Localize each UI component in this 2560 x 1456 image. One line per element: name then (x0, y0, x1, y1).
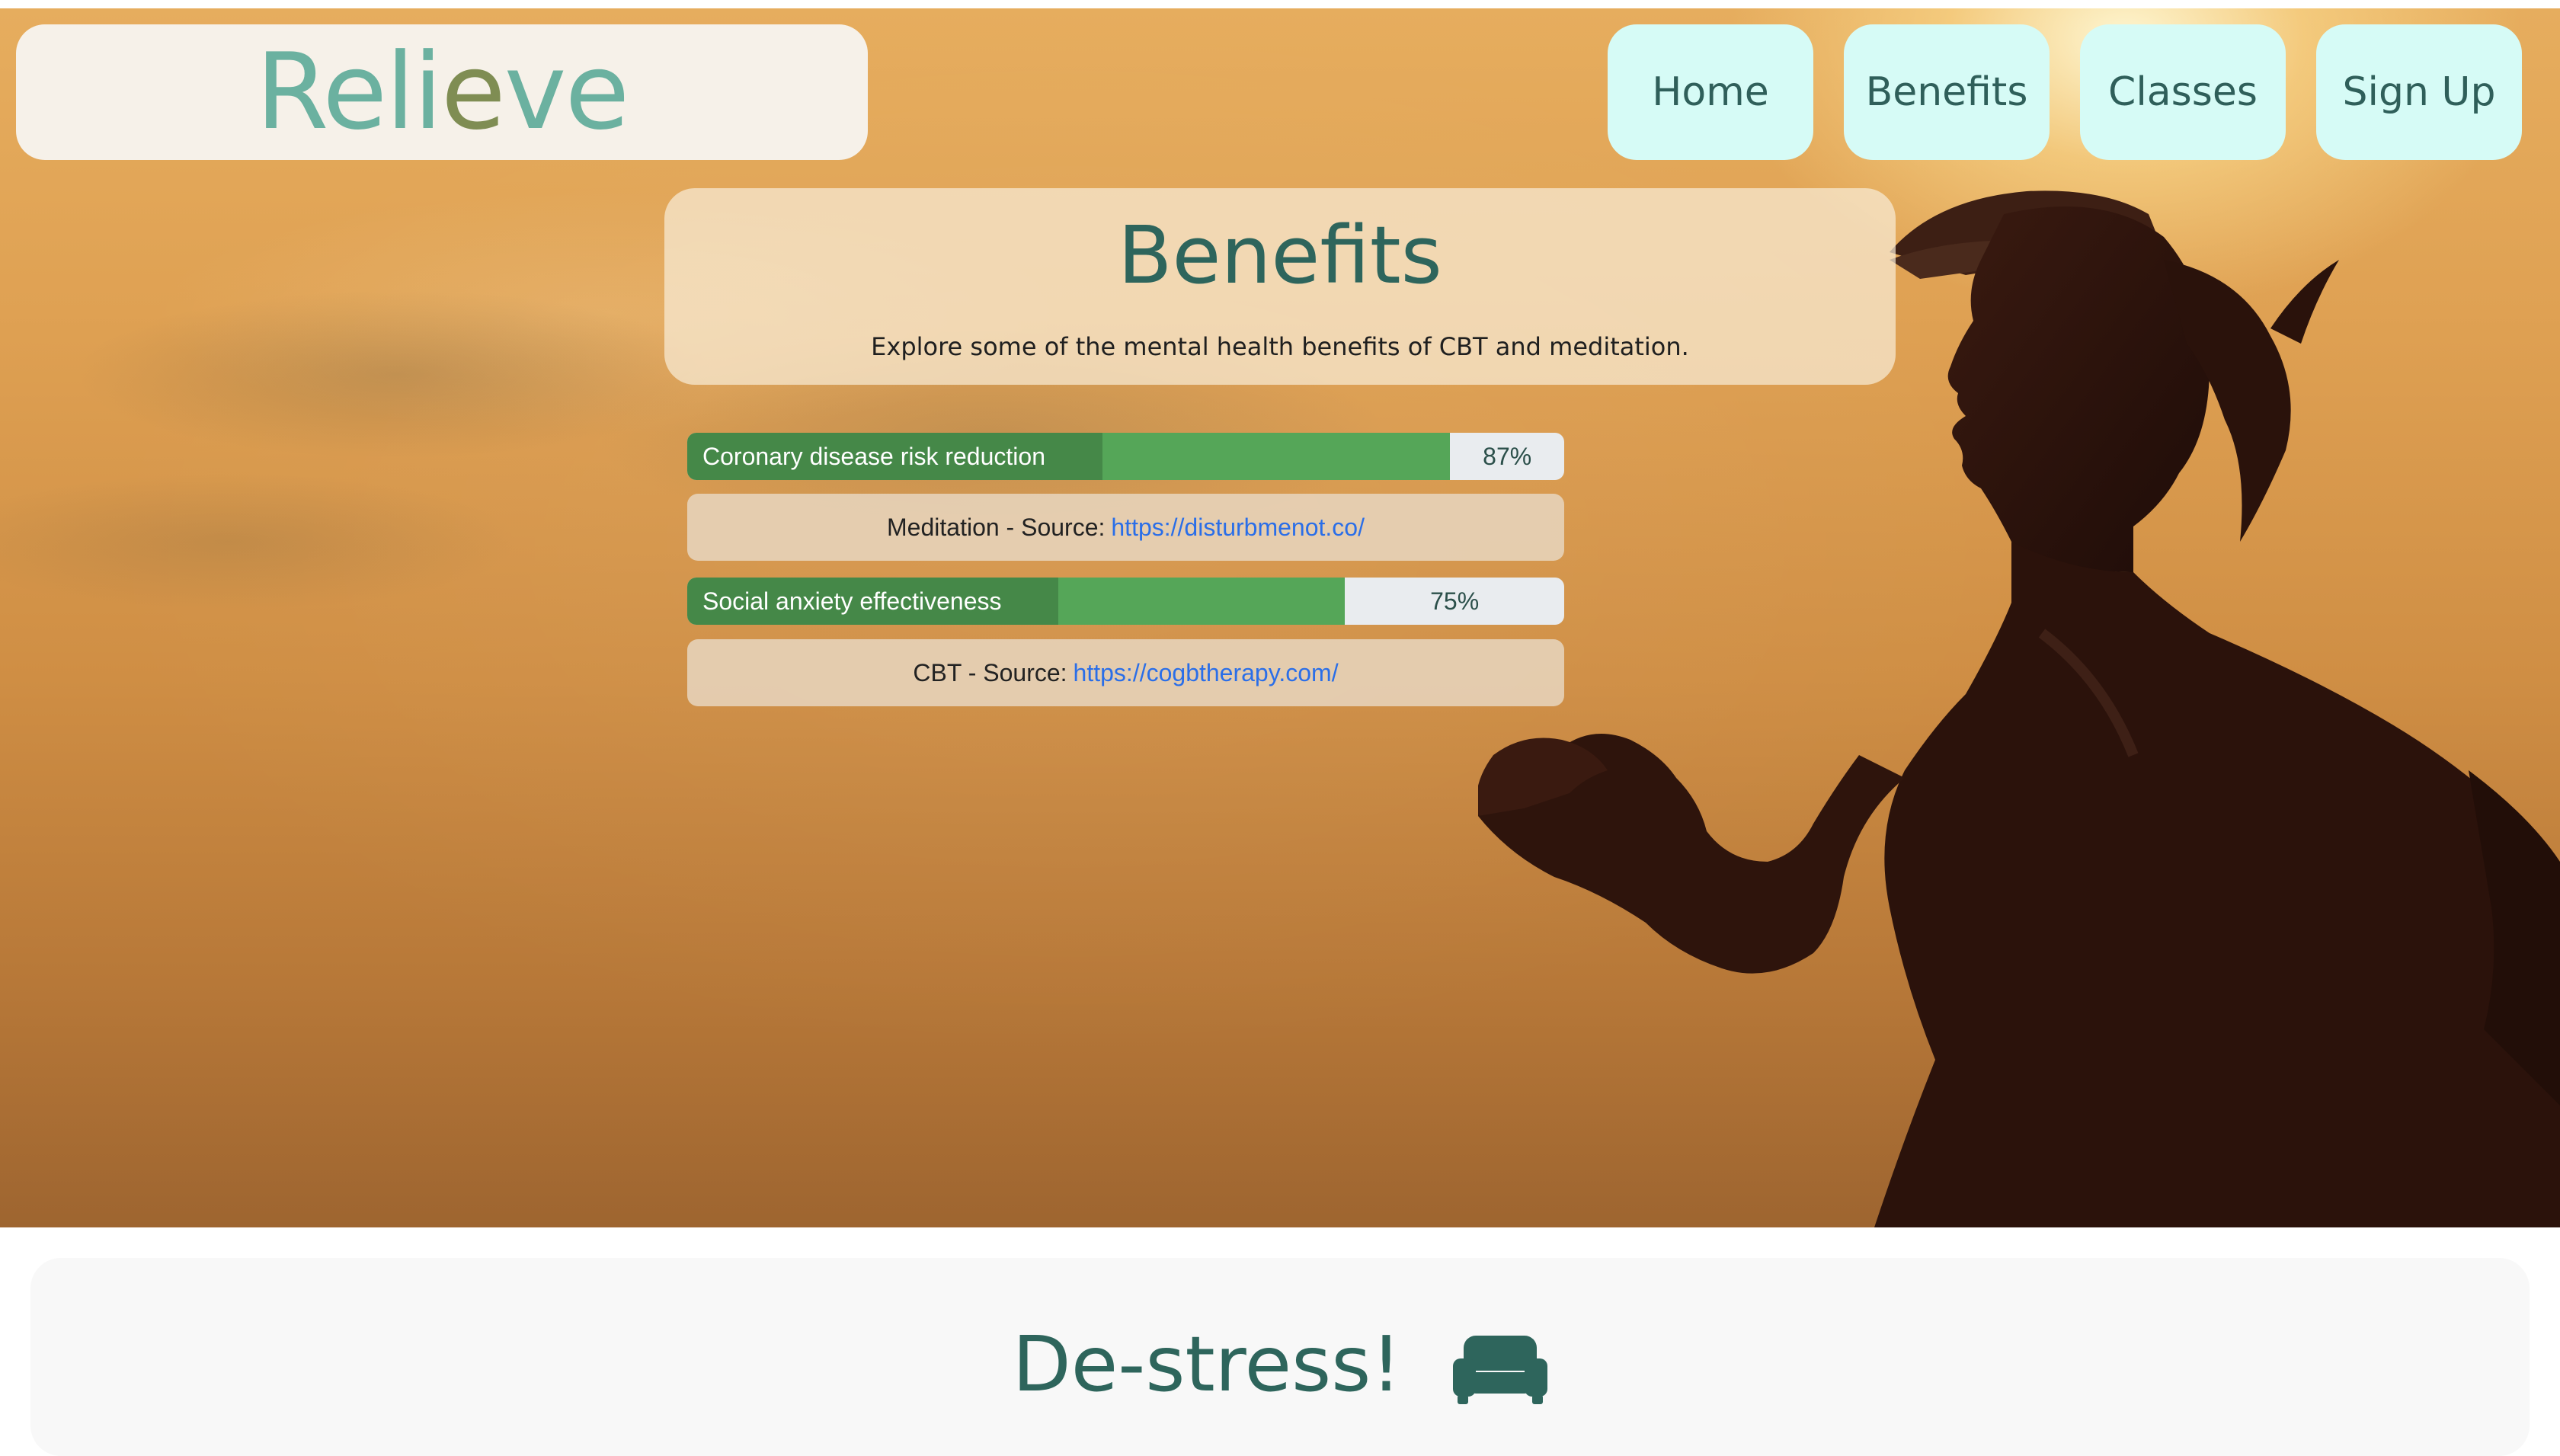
logo-wordmark[interactable]: Relieve (256, 40, 630, 145)
destress-section: De-stress! (30, 1258, 2530, 1456)
destress-heading: De-stress! (30, 1326, 2530, 1404)
nav-home-button[interactable]: Home (1608, 24, 1813, 160)
source-prefix: Meditation - Source: (887, 513, 1106, 541)
progress-bar-social-anxiety: Social anxiety effectiveness 75% (687, 578, 1564, 625)
source-prefix: CBT - Source: (913, 658, 1067, 686)
nav-benefits-button[interactable]: Benefits (1844, 24, 2050, 160)
source-box-cbt: CBT - Source: https://cogbtherapy.com/ (687, 639, 1564, 706)
benefits-header-card: Benefits Explore some of the mental heal… (664, 188, 1896, 385)
couch-icon (1453, 1335, 1548, 1404)
progress-percent: 87% (1483, 442, 1532, 470)
benefits-subtitle: Explore some of the mental health benefi… (871, 332, 1689, 361)
benefits-title: Benefits (1118, 209, 1442, 302)
progress-bar-coronary: Coronary disease risk reduction 87% (687, 433, 1564, 480)
nav-signup-button[interactable]: Sign Up (2316, 24, 2522, 160)
source-box-meditation: Meditation - Source: https://disturbmeno… (687, 494, 1564, 561)
destress-title-text: De-stress! (1012, 1320, 1402, 1409)
source-link-cogbtherapy[interactable]: https://cogbtherapy.com/ (1074, 659, 1339, 687)
progress-percent: 75% (1430, 587, 1480, 615)
progress-label: Social anxiety effectiveness (702, 587, 1002, 615)
logo-card[interactable]: Relieve (16, 24, 868, 160)
source-link-disturbmenot[interactable]: https://disturbmenot.co/ (1111, 514, 1365, 542)
nav-classes-button[interactable]: Classes (2080, 24, 2286, 160)
progress-label: Coronary disease risk reduction (702, 442, 1045, 470)
